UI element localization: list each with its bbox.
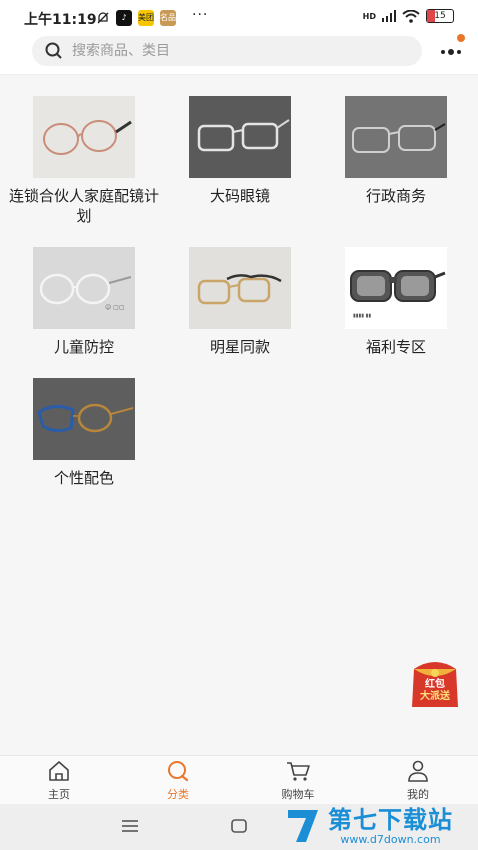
category-label: 福利专区	[365, 338, 426, 356]
cart-icon	[287, 762, 310, 781]
glasses-thumbnail	[345, 96, 447, 178]
meituan-icon: 美团	[138, 10, 154, 26]
tab-home[interactable]: 主页	[19, 760, 99, 802]
svg-text:▮▮▮▮ ▮▮: ▮▮▮▮ ▮▮	[353, 313, 371, 319]
watermark: 第七下载站 www.d7down.com	[284, 806, 453, 846]
glasses-thumbnail	[33, 378, 135, 460]
wifi-icon	[402, 9, 420, 23]
home-icon	[49, 761, 69, 781]
more-dot-icon	[448, 49, 454, 55]
watermark-url: www.d7down.com	[340, 832, 441, 846]
category-label: 行政商务	[365, 187, 426, 205]
category-item[interactable]: 大码眼镜	[165, 96, 315, 206]
user-icon	[408, 760, 428, 782]
glasses-thumbnail: ▮▮▮▮ ▮▮	[345, 247, 447, 329]
tab-cart[interactable]: 购物车	[258, 760, 338, 802]
category-label: 大码眼镜	[209, 187, 270, 205]
glasses-thumbnail	[189, 96, 291, 178]
category-label: 个性配色	[53, 469, 114, 487]
glasses-thumbnail: ☺ ▢▢	[33, 247, 135, 329]
category-label: 连锁合伙人家庭配镜计划	[9, 187, 160, 225]
category-item[interactable]: ▮▮▮▮ ▮▮ 福利专区	[321, 247, 471, 357]
search-header	[0, 34, 478, 75]
red-packet-button[interactable]: 红包 大派送	[408, 659, 462, 709]
tab-category[interactable]: 分类	[138, 760, 218, 802]
search-bar[interactable]	[32, 36, 422, 66]
category-item[interactable]: 行政商务	[321, 96, 471, 206]
category-label: 儿童防控	[53, 338, 114, 356]
home-square-icon[interactable]	[230, 818, 248, 834]
notification-dot	[457, 34, 465, 42]
category-search-icon	[168, 761, 189, 782]
mute-bell-icon	[97, 12, 109, 24]
category-label: 明星同款	[209, 338, 270, 356]
watermark-brand: 第七下载站	[328, 805, 453, 834]
category-item[interactable]: 连锁合伙人家庭配镜计划	[9, 96, 159, 226]
tab-category-label: 分类	[167, 788, 189, 801]
tiktok-icon: ♪	[116, 10, 132, 26]
tab-mine-label: 我的	[407, 788, 429, 801]
status-right: HD 15	[363, 9, 454, 23]
menu-icon[interactable]	[121, 818, 139, 834]
red-packet-line2: 大派送	[420, 691, 450, 702]
category-item[interactable]: 明星同款	[165, 247, 315, 357]
more-dot-icon	[457, 50, 461, 54]
tab-mine[interactable]: 我的	[378, 760, 458, 802]
glasses-thumbnail	[33, 96, 135, 178]
status-icons: ♪ 美团 名品	[96, 10, 176, 26]
app-badge-icon: 名品	[160, 10, 176, 26]
search-icon	[45, 42, 62, 59]
glasses-thumbnail	[189, 247, 291, 329]
battery-level: 15	[434, 11, 446, 21]
signal-icon	[382, 10, 396, 22]
status-time: 上午11:19	[24, 12, 97, 28]
more-menu-button[interactable]	[436, 34, 466, 64]
tab-cart-label: 购物车	[281, 788, 315, 801]
tab-home-label: 主页	[48, 788, 70, 801]
red-packet-line1: 红包	[425, 679, 445, 690]
watermark-logo-icon	[288, 810, 318, 842]
svg-text:☺ ▢▢: ☺ ▢▢	[105, 304, 125, 311]
battery-icon: 15	[426, 9, 454, 23]
search-input[interactable]	[70, 42, 394, 60]
category-item[interactable]: 个性配色	[9, 378, 159, 488]
category-item[interactable]: ☺ ▢▢ 儿童防控	[9, 247, 159, 357]
status-more: ···	[192, 7, 209, 23]
status-bar: 上午11:19 ♪ 美团 名品 ··· HD 15	[0, 0, 478, 36]
bottom-tab-bar: 主页 分类 购物车 我的	[0, 755, 478, 804]
more-dot-icon	[441, 50, 445, 54]
network-label: HD	[362, 11, 376, 21]
